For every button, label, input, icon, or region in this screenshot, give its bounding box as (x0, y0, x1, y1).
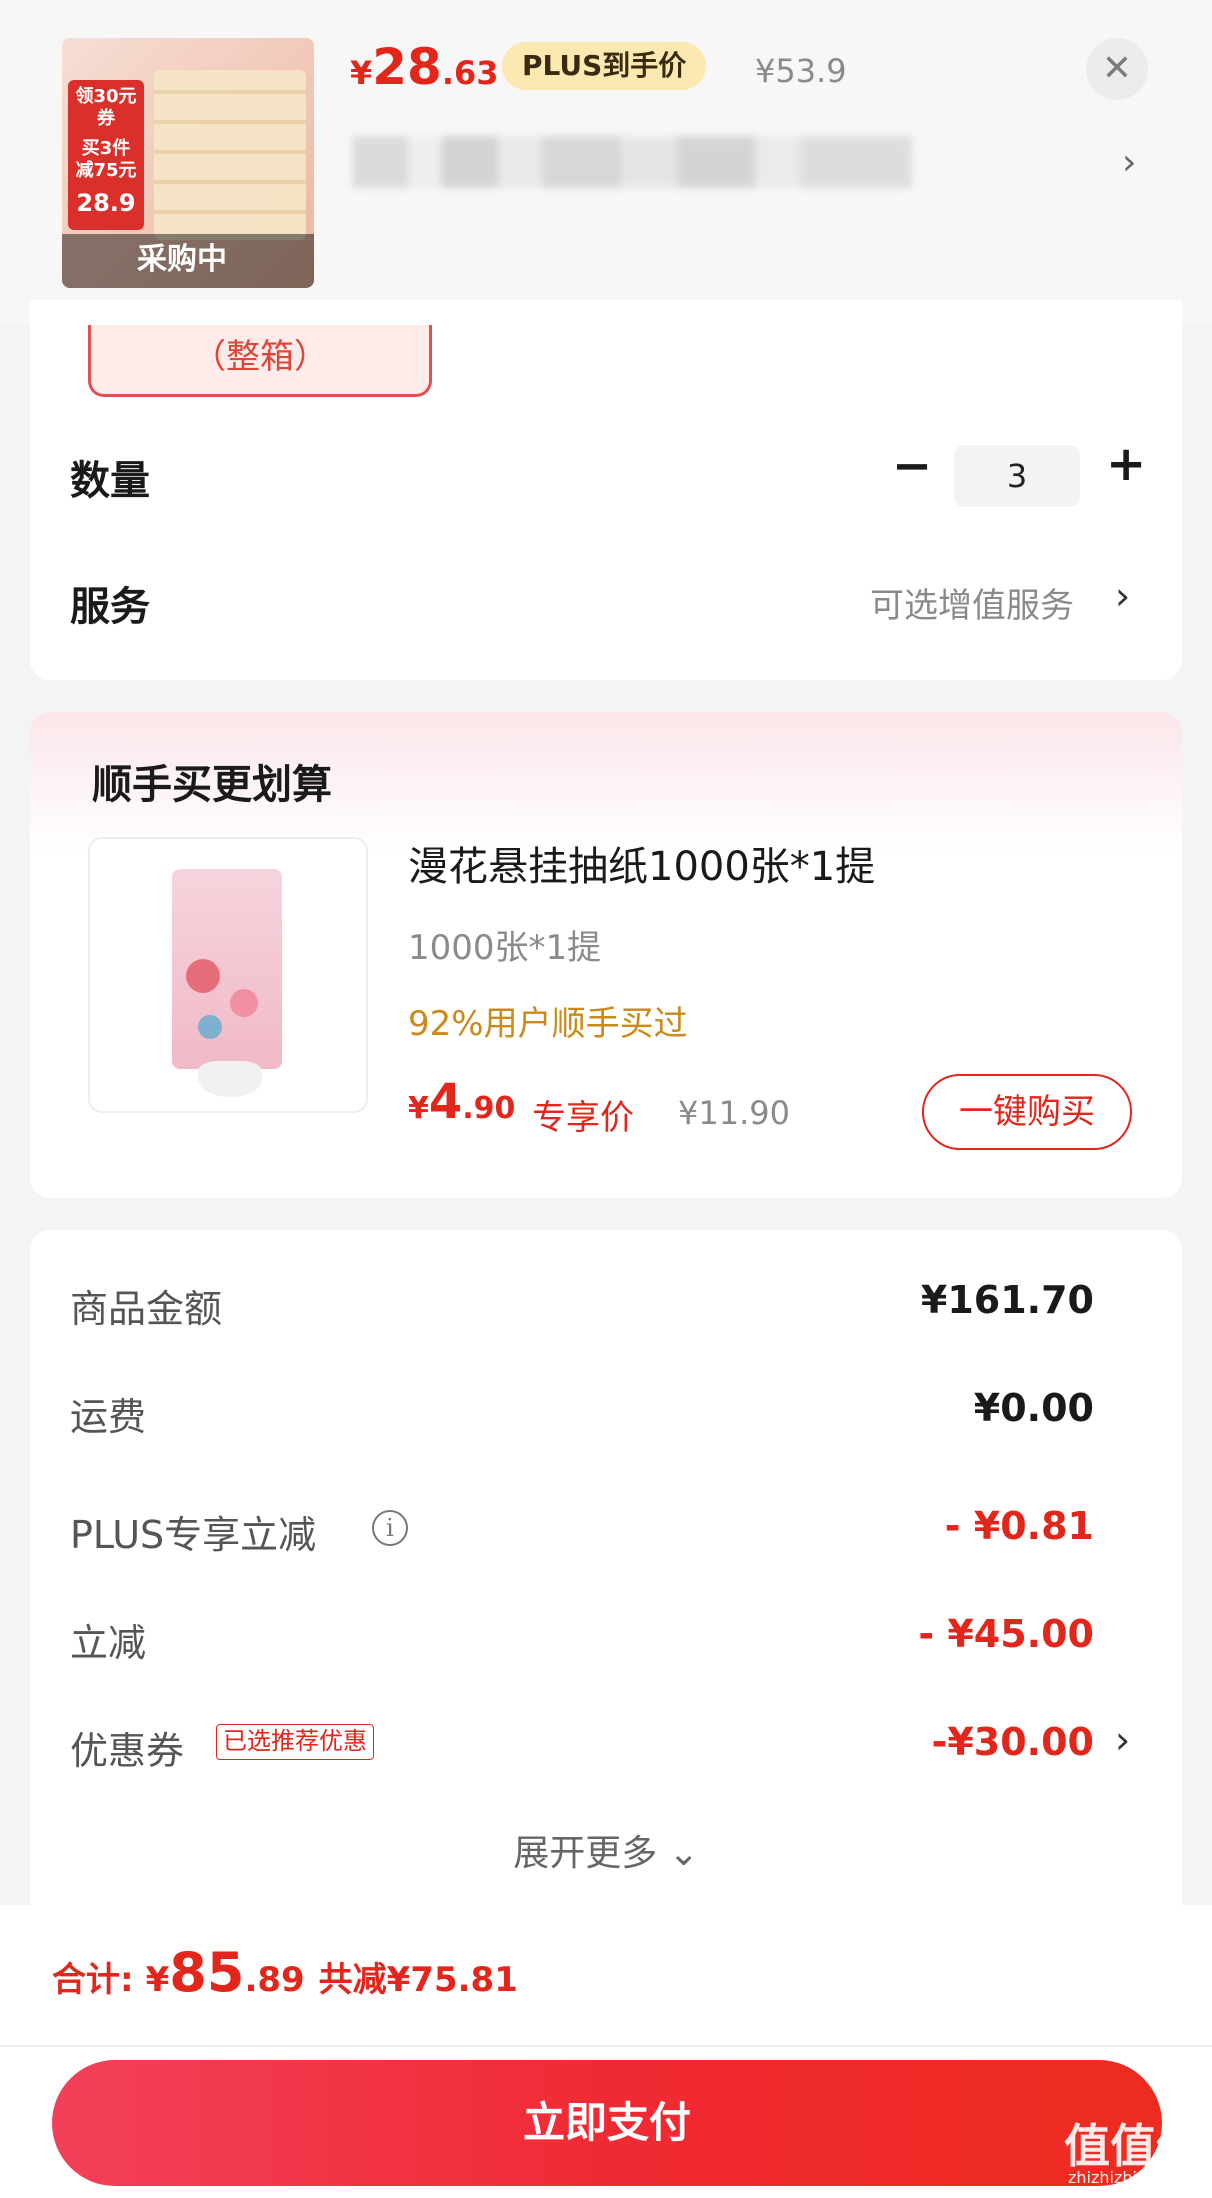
price-decimal: .90 (462, 1091, 516, 1126)
summary-value-subtotal: ¥161.70 (920, 1278, 1094, 1322)
promo-line: 减75元 (75, 160, 137, 181)
promo-line: 买3件 (81, 138, 131, 159)
upsell-title: 顺手买更划算 (92, 762, 332, 808)
chevron-right-icon[interactable]: › (1115, 574, 1130, 618)
upsell-product-image[interactable] (88, 837, 368, 1113)
watermark-logo: 值值值 (1064, 2119, 1202, 2173)
summary-label-plus-discount: PLUS专享立减 (70, 1513, 317, 1557)
tissue-sheet (198, 1061, 262, 1097)
flower-decoration (230, 989, 258, 1017)
pay-now-button[interactable]: 立即支付 (52, 2060, 1162, 2186)
quantity-input[interactable]: 3 (954, 445, 1080, 507)
total-label: 合计: (52, 1960, 134, 2000)
chevron-right-icon[interactable]: › (1115, 1718, 1130, 1762)
price-integer: 4 (428, 1074, 463, 1130)
watermark-site: zhizhizhi.com (1068, 2168, 1177, 2187)
chevron-right-icon[interactable]: › (1122, 142, 1136, 183)
flower-decoration (186, 959, 220, 993)
order-total: 合计: ¥ 85 .89 共减¥75.81 (52, 1941, 518, 2004)
exclusive-price-label: 专享价 (532, 1098, 634, 1138)
price-currency: ¥ (408, 1091, 429, 1126)
upsell-price: ¥ 4 .90 (408, 1074, 515, 1130)
quantity-decrease-button[interactable]: − (892, 442, 932, 490)
price-summary-card: 商品金额 ¥161.70 运费 ¥0.00 PLUS专享立减 i - ¥0.81… (30, 1230, 1182, 1930)
total-saved: 共减¥75.81 (318, 1960, 518, 2000)
divider (0, 2045, 1212, 2047)
close-button[interactable]: ✕ (1086, 38, 1148, 100)
upsell-product-spec: 1000张*1提 (408, 928, 602, 968)
close-icon: ✕ (1101, 48, 1133, 89)
tissue-packs-image (154, 70, 306, 240)
thumbnail-promo-panel: 领30元券 买3件 减75元 28.9 (68, 80, 144, 230)
quantity-increase-button[interactable]: + (1106, 440, 1146, 488)
quantity-label: 数量 (70, 458, 150, 504)
summary-label-coupon[interactable]: 优惠券 (70, 1720, 184, 1775)
summary-value-instant-discount: - ¥45.00 (918, 1612, 1094, 1656)
upsell-card: 顺手买更划算 漫花悬挂抽纸1000张*1提 1000张*1提 92%用户顺手买过… (30, 712, 1182, 1198)
info-icon[interactable]: i (372, 1510, 408, 1546)
plus-price-tag: PLUS到手价 (502, 42, 707, 90)
product-header: 领30元券 买3件 减75元 28.9 采购中 ¥ 28 .63 PLUS到手价… (0, 0, 1212, 325)
service-value[interactable]: 可选增值服务 (870, 578, 1074, 627)
total-currency: ¥ (145, 1960, 170, 2000)
product-status-label: 采购中 (137, 242, 227, 277)
promo-line: 28.9 (76, 189, 136, 217)
total-decimal: .89 (244, 1960, 305, 2000)
product-thumbnail[interactable]: 领30元券 买3件 减75元 28.9 采购中 (62, 38, 314, 288)
price-decimal: .63 (441, 54, 499, 92)
summary-label-shipping: 运费 (70, 1395, 147, 1439)
original-price: ¥53.9 (755, 52, 847, 90)
total-integer: 85 (169, 1941, 245, 2004)
variant-option-whole-box[interactable]: （整箱） (88, 325, 432, 397)
summary-value-coupon[interactable]: -¥30.00 (932, 1720, 1094, 1764)
promo-line: 领30元券 (75, 86, 137, 129)
checkout-bar: 合计: ¥ 85 .89 共减¥75.81 立即支付 (0, 1905, 1212, 2198)
flower-decoration (198, 1015, 222, 1039)
selected-spec-blurred[interactable] (352, 136, 912, 188)
options-card: （整箱） 数量 − 3 + 服务 可选增值服务 › (30, 300, 1182, 680)
plus-price: ¥ 28 .63 (350, 38, 499, 98)
service-label: 服务 (70, 584, 150, 630)
summary-value-plus-discount: - ¥0.81 (944, 1504, 1094, 1548)
summary-label-subtotal: 商品金额 (70, 1287, 223, 1331)
upsell-product-name[interactable]: 漫花悬挂抽纸1000张*1提 (408, 834, 875, 892)
expand-more-button[interactable]: 展开更多 ⌄ (30, 1824, 1182, 1876)
upsell-social-proof: 92%用户顺手买过 (408, 1004, 688, 1044)
price-currency: ¥ (350, 54, 373, 92)
coupon-recommended-tag: 已选推荐优惠 (216, 1724, 374, 1760)
price-integer: 28 (372, 38, 442, 96)
summary-label-instant-discount: 立减 (70, 1621, 147, 1665)
one-click-buy-button[interactable]: 一键购买 (922, 1074, 1132, 1150)
summary-value-shipping: ¥0.00 (973, 1386, 1094, 1430)
upsell-original-price: ¥11.90 (678, 1094, 790, 1132)
